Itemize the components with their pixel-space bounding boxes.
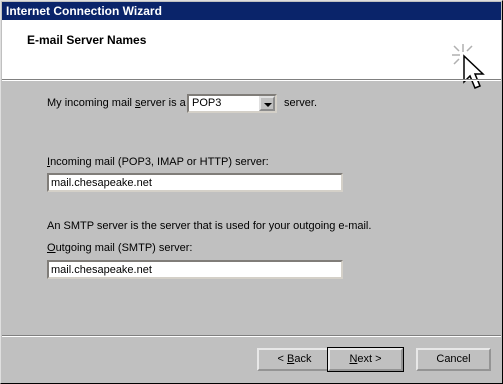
page-title: E-mail Server Names: [27, 33, 147, 47]
outgoing-server-label: Outgoing mail (SMTP) server:: [47, 242, 193, 254]
server-suffix-label: server.: [284, 97, 318, 109]
smtp-info-text: An SMTP server is the server that is use…: [47, 220, 372, 232]
footer-divider-highlight: [2, 336, 501, 337]
chevron-down-icon[interactable]: [259, 96, 275, 111]
wizard-cursor-icon: [452, 44, 485, 89]
wizard-header: E-mail Server Names: [2, 20, 501, 89]
incoming-server-label: Incoming mail (POP3, IMAP or HTTP) serve…: [47, 156, 269, 168]
next-button[interactable]: Next >: [327, 347, 404, 372]
server-type-dropdown[interactable]: POP3: [187, 94, 277, 113]
outgoing-server-field[interactable]: [47, 260, 343, 279]
wizard-window: Internet Connection Wizard E-mail Server…: [0, 0, 503, 384]
incoming-server-field[interactable]: [47, 173, 343, 192]
cancel-button[interactable]: Cancel: [416, 348, 491, 371]
server-type-selected: POP3: [192, 97, 222, 109]
window-title: Internet Connection Wizard: [6, 4, 162, 18]
header-divider-highlight: [2, 80, 501, 81]
title-bar[interactable]: Internet Connection Wizard: [2, 2, 501, 20]
server-type-label: My incoming mail server is a: [47, 97, 186, 109]
back-button[interactable]: < Back: [257, 348, 332, 371]
